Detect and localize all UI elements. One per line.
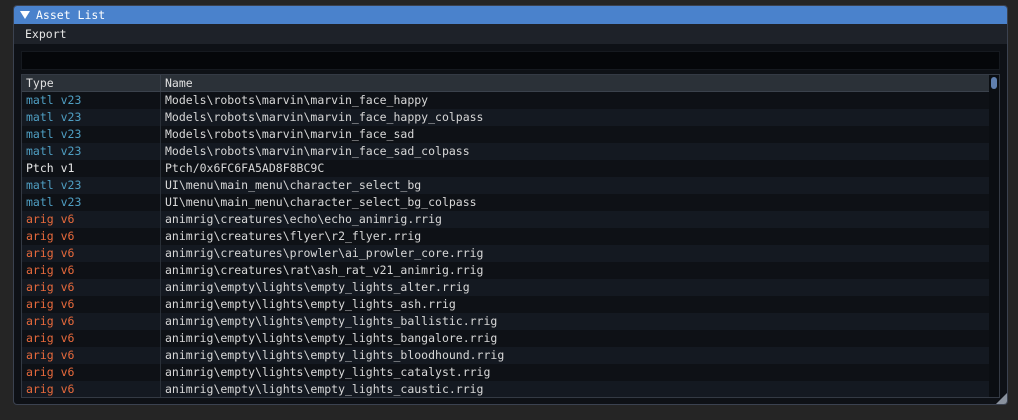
table-body: matl v23 Models\robots\marvin\marvin_face… bbox=[22, 92, 999, 397]
asset-type-cell: arig v6 bbox=[22, 330, 161, 347]
asset-name-cell: animrig\empty\lights\empty_lights_cataly… bbox=[165, 365, 491, 379]
asset-name-cell: animrig\creatures\rat\ash_rat_v21_animri… bbox=[165, 263, 484, 277]
asset-name-cell: animrig\empty\lights\empty_lights_alter.… bbox=[165, 280, 470, 294]
asset-type-cell: arig v6 bbox=[22, 211, 161, 228]
asset-type-cell: arig v6 bbox=[22, 228, 161, 245]
resize-grip-icon[interactable] bbox=[996, 393, 1007, 404]
asset-type-cell: arig v6 bbox=[22, 313, 161, 330]
scrollbar-thumb[interactable] bbox=[991, 77, 997, 89]
export-menu[interactable]: Export bbox=[25, 27, 67, 41]
table-row[interactable]: matl v23 UI\menu\main_menu\character_sele… bbox=[22, 194, 999, 211]
table-row[interactable]: arig v6 animrig\empty\lights\empty_lights… bbox=[22, 279, 999, 296]
asset-type-cell: matl v23 bbox=[22, 143, 161, 160]
table-row[interactable]: arig v6 animrig\creatures\flyer\r2_flyer.… bbox=[22, 228, 999, 245]
asset-type-cell: matl v23 bbox=[22, 92, 161, 109]
asset-name-cell: animrig\empty\lights\empty_lights_ballis… bbox=[165, 314, 498, 328]
asset-type-cell: matl v23 bbox=[22, 126, 161, 143]
asset-type-cell: matl v23 bbox=[22, 109, 161, 126]
table-row[interactable]: Ptch v1 Ptch/0x6FC6FA5AD8F8BC9C bbox=[22, 160, 999, 177]
asset-name-cell: animrig\creatures\echo\echo_animrig.rrig bbox=[165, 212, 442, 226]
asset-name-cell: animrig\empty\lights\empty_lights_causti… bbox=[165, 382, 484, 396]
asset-type-cell: arig v6 bbox=[22, 347, 161, 364]
asset-type-cell: arig v6 bbox=[22, 262, 161, 279]
asset-type-cell: matl v23 bbox=[22, 194, 161, 211]
table-row[interactable]: matl v23 Models\robots\marvin\marvin_face… bbox=[22, 92, 999, 109]
asset-name-cell: Models\robots\marvin\marvin_face_happy bbox=[165, 93, 429, 107]
menu-bar: Export bbox=[14, 24, 1007, 44]
table-row[interactable]: matl v23 UI\menu\main_menu\character_sele… bbox=[22, 177, 999, 194]
asset-name-cell: Ptch/0x6FC6FA5AD8F8BC9C bbox=[165, 161, 325, 175]
asset-name-cell: animrig\empty\lights\empty_lights_bloodh… bbox=[165, 348, 505, 362]
asset-list-window: Asset List Export Type Name matl v23 Mode… bbox=[13, 5, 1008, 405]
asset-name-cell: animrig\empty\lights\empty_lights_ash.rr… bbox=[165, 297, 456, 311]
table-row[interactable]: arig v6 animrig\empty\lights\empty_lights… bbox=[22, 381, 999, 397]
asset-type-cell: matl v23 bbox=[22, 177, 161, 194]
asset-type-cell: Ptch v1 bbox=[22, 160, 161, 177]
window-title-bar[interactable]: Asset List bbox=[14, 6, 1007, 24]
column-header-type[interactable]: Type bbox=[22, 75, 161, 91]
asset-type-cell: arig v6 bbox=[22, 381, 161, 397]
asset-name-cell: Models\robots\marvin\marvin_face_sad bbox=[165, 127, 415, 141]
asset-type-cell: arig v6 bbox=[22, 364, 161, 381]
asset-name-cell: UI\menu\main_menu\character_select_bg bbox=[165, 178, 422, 192]
table-row[interactable]: matl v23 Models\robots\marvin\marvin_face… bbox=[22, 126, 999, 143]
asset-name-cell: animrig\creatures\flyer\r2_flyer.rrig bbox=[165, 229, 422, 243]
table-row[interactable]: arig v6 animrig\empty\lights\empty_lights… bbox=[22, 330, 999, 347]
asset-name-cell: Models\robots\marvin\marvin_face_sad_col… bbox=[165, 144, 470, 158]
asset-name-cell: Models\robots\marvin\marvin_face_happy_c… bbox=[165, 110, 484, 124]
filter-input[interactable] bbox=[21, 51, 1000, 70]
table-row[interactable]: arig v6 animrig\empty\lights\empty_lights… bbox=[22, 364, 999, 381]
asset-type-cell: arig v6 bbox=[22, 296, 161, 313]
table-row[interactable]: arig v6 animrig\creatures\echo\echo_animr… bbox=[22, 211, 999, 228]
collapse-triangle-icon[interactable] bbox=[20, 11, 30, 19]
asset-name-cell: animrig\creatures\prowler\ai_prowler_cor… bbox=[165, 246, 484, 260]
table-row[interactable]: arig v6 animrig\creatures\rat\ash_rat_v21… bbox=[22, 262, 999, 279]
table-row[interactable]: arig v6 animrig\empty\lights\empty_lights… bbox=[22, 347, 999, 364]
asset-name-cell: UI\menu\main_menu\character_select_bg_co… bbox=[165, 195, 477, 209]
window-title: Asset List bbox=[36, 8, 106, 22]
vertical-scrollbar[interactable] bbox=[989, 75, 999, 397]
asset-type-cell: arig v6 bbox=[22, 279, 161, 296]
asset-type-cell: arig v6 bbox=[22, 245, 161, 262]
asset-table: Type Name matl v23 Models\robots\marvin\m… bbox=[21, 74, 1000, 398]
column-header-name[interactable]: Name bbox=[161, 75, 999, 91]
table-row[interactable]: matl v23 Models\robots\marvin\marvin_face… bbox=[22, 143, 999, 160]
table-row[interactable]: arig v6 animrig\creatures\prowler\ai_prow… bbox=[22, 245, 999, 262]
table-row[interactable]: arig v6 animrig\empty\lights\empty_lights… bbox=[22, 296, 999, 313]
table-row[interactable]: matl v23 Models\robots\marvin\marvin_face… bbox=[22, 109, 999, 126]
table-row[interactable]: arig v6 animrig\empty\lights\empty_lights… bbox=[22, 313, 999, 330]
table-header: Type Name bbox=[22, 75, 999, 92]
asset-name-cell: animrig\empty\lights\empty_lights_bangal… bbox=[165, 331, 498, 345]
